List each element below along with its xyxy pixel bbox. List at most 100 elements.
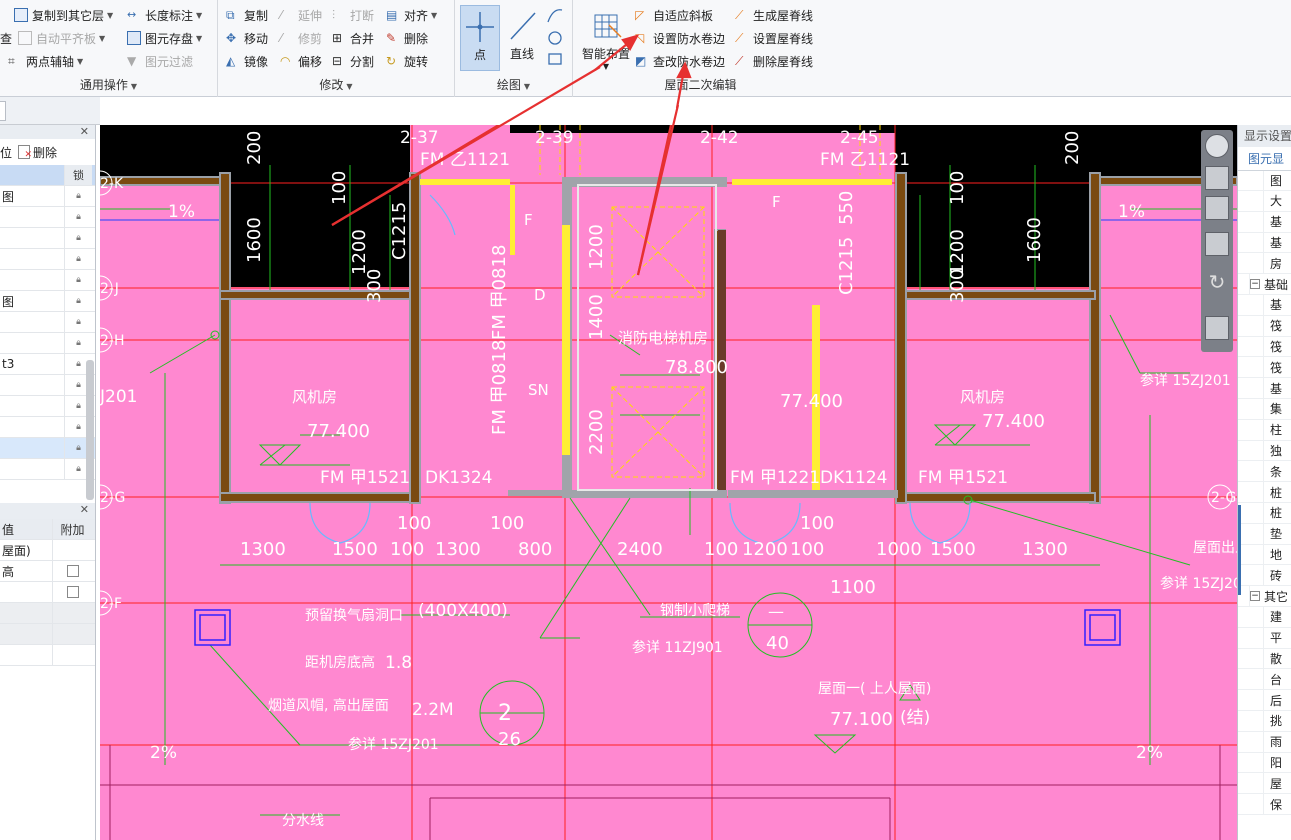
display-list-item[interactable]: 台 — [1238, 669, 1291, 691]
lock-icon[interactable]: 🔒︎ — [64, 291, 92, 311]
3d-view-icon[interactable] — [1205, 166, 1229, 190]
display-list-item[interactable]: 基 — [1238, 211, 1291, 233]
display-list-item[interactable]: 房 — [1238, 253, 1291, 275]
list-item[interactable]: 🔒︎ — [0, 249, 95, 270]
display-list-item[interactable]: 筏 — [1238, 336, 1291, 358]
split-button[interactable]: ⊟ 分割 — [332, 51, 374, 71]
group-other[interactable]: − 其它 — [1238, 586, 1291, 607]
display-list-item[interactable]: 垫 — [1238, 523, 1291, 545]
mirror-button[interactable]: ◭ 镜像 — [226, 51, 268, 71]
align-button[interactable]: ▤ 对齐 ▼ — [386, 5, 437, 25]
list-item[interactable]: 🔒︎ — [0, 270, 95, 291]
panel-scrollbar-right[interactable] — [1238, 505, 1241, 595]
length-mark-button[interactable]: ↔ 长度标注 ▼ — [127, 5, 202, 25]
adaptive-slope-button[interactable]: ◸ 自适应斜板 — [635, 5, 713, 25]
cube-view-icon[interactable] — [1205, 196, 1229, 220]
list-item[interactable]: 🔒︎ — [0, 417, 95, 438]
copy-to-floor-button[interactable]: 复制到其它层 ▼ — [0, 5, 113, 25]
display-list-item[interactable]: 雨 — [1238, 731, 1291, 753]
copy-button[interactable]: ⧉ 复制 — [226, 5, 268, 25]
point-draw-button[interactable]: 点 — [460, 5, 500, 71]
offset-button[interactable]: ◠ 偏移 — [280, 51, 322, 71]
break-button[interactable]: ⫶ 打断 — [332, 5, 374, 25]
list-item[interactable]: 🔒︎ — [0, 396, 95, 417]
cad-drawing-canvas[interactable]: 2-37 2-39 2-42 2-45 2-K 2-J 2-H 2-G 2-F … — [100, 125, 1237, 840]
element-display-tab[interactable]: 图元显 — [1238, 147, 1291, 171]
display-list-item[interactable]: 保 — [1238, 794, 1291, 815]
collapse-icon[interactable]: − — [1250, 591, 1260, 602]
list-item[interactable]: t3 🔒︎ — [0, 354, 95, 375]
extra-checkbox[interactable] — [66, 565, 79, 577]
display-list-item[interactable]: 基 — [1238, 232, 1291, 254]
display-list-item[interactable]: 大 — [1238, 191, 1291, 212]
delete-button[interactable]: ✎ 删除 — [386, 28, 428, 48]
rotate-button[interactable]: ↻ 旋转 — [386, 51, 428, 71]
delete-button[interactable]: 删除 — [33, 144, 57, 161]
group-foundation[interactable]: − 基础 — [1238, 274, 1291, 295]
lock-icon[interactable]: 🔒︎ — [64, 333, 92, 353]
display-list-item[interactable]: 集 — [1238, 398, 1291, 420]
element-save-button[interactable]: 图元存盘 ▼ — [127, 28, 202, 48]
panel-close[interactable]: ✕ — [0, 125, 95, 139]
delete-ridge-button[interactable]: ⟋ 删除屋脊线 — [735, 51, 813, 71]
lock-icon[interactable]: 🔒︎ — [64, 228, 92, 248]
list-item[interactable]: 图 🔒︎ — [0, 186, 95, 207]
display-list-item[interactable]: 桩 — [1238, 502, 1291, 524]
list-item[interactable]: 🔒︎ — [0, 312, 95, 333]
display-list-item[interactable]: 桩 — [1238, 482, 1291, 503]
extra-checkbox[interactable] — [66, 586, 79, 598]
display-list-item[interactable]: 屋 — [1238, 773, 1291, 795]
collapse-icon[interactable]: − — [1250, 279, 1260, 290]
display-list-item[interactable]: 条 — [1238, 461, 1291, 483]
layer-view-icon[interactable] — [1205, 316, 1229, 340]
display-list-item[interactable]: 基 — [1238, 294, 1291, 316]
display-list-item[interactable]: 独 — [1238, 440, 1291, 462]
set-waterproof-edge-button[interactable]: ◹ 设置防水卷边 — [635, 28, 725, 48]
element-filter-button[interactable]: ▼ 图元过滤 — [127, 51, 193, 71]
extend-button[interactable]: ⁄ 延伸 — [280, 5, 322, 25]
lock-icon[interactable]: 🔒︎ — [64, 186, 92, 206]
set-ridge-button[interactable]: ⟋ 设置屋脊线 — [735, 28, 813, 48]
draw-mini-tools[interactable] — [545, 6, 565, 70]
display-list-item[interactable]: 挑 — [1238, 710, 1291, 732]
display-list-item[interactable]: 阳 — [1238, 752, 1291, 774]
display-settings-tab[interactable]: 显示设置 — [1238, 125, 1291, 147]
lock-icon[interactable]: 🔒︎ — [64, 312, 92, 332]
auto-align-slab-button[interactable]: 查 自动平齐板 ▼ — [0, 28, 105, 48]
box-view-icon[interactable] — [1205, 232, 1229, 256]
display-list-item[interactable]: 筏 — [1238, 315, 1291, 337]
check-waterproof-edge-button[interactable]: ◩ 查改防水卷边 — [635, 51, 725, 71]
move-button[interactable]: ✥ 移动 — [226, 28, 268, 48]
list-item[interactable]: 🔒︎ — [0, 375, 95, 396]
name-input[interactable] — [0, 101, 6, 121]
generate-ridge-button[interactable]: ⟋ 生成屋脊线 — [735, 5, 813, 25]
smart-layout-button[interactable]: 智能布置 ▼ — [577, 5, 635, 71]
line-draw-button[interactable]: 直线 — [502, 5, 542, 71]
list-item[interactable]: 🔒︎ — [0, 228, 95, 249]
rotate-view-icon[interactable]: ↻ — [1205, 270, 1229, 294]
display-list-item[interactable]: 地 — [1238, 544, 1291, 566]
list-item[interactable]: 🔒︎ — [0, 207, 95, 228]
display-list-item[interactable]: 散 — [1238, 648, 1291, 670]
lock-icon[interactable]: 🔒︎ — [64, 249, 92, 269]
merge-button[interactable]: ⊞ 合并 — [332, 28, 374, 48]
display-list-item[interactable]: 后 — [1238, 690, 1291, 711]
list-item[interactable]: 🔒︎ — [0, 438, 95, 459]
lock-icon[interactable]: 🔒︎ — [64, 207, 92, 227]
list-item[interactable]: 图 🔒︎ — [0, 291, 95, 312]
display-list-item[interactable]: 基 — [1238, 378, 1291, 399]
display-list-item[interactable]: 柱 — [1238, 419, 1291, 441]
panel-scrollbar[interactable] — [86, 360, 94, 500]
props-close[interactable]: ✕ — [0, 503, 95, 519]
list-item[interactable]: 🔒︎ — [0, 333, 95, 354]
display-list-item[interactable]: 砖 — [1238, 565, 1291, 587]
two-point-axis-button[interactable]: ⌗ 两点辅轴 ▼ — [8, 51, 83, 71]
display-list-item[interactable]: 筏 — [1238, 357, 1291, 379]
display-list-item[interactable]: 平 — [1238, 627, 1291, 649]
trim-button[interactable]: ⁄ 修剪 — [280, 28, 322, 48]
lock-icon[interactable]: 🔒︎ — [64, 270, 92, 290]
list-item[interactable]: 🔒︎ — [0, 459, 95, 480]
locate-button[interactable]: 位 — [0, 144, 12, 161]
display-list-item[interactable]: 建 — [1238, 606, 1291, 628]
sphere-view-icon[interactable] — [1205, 134, 1229, 158]
